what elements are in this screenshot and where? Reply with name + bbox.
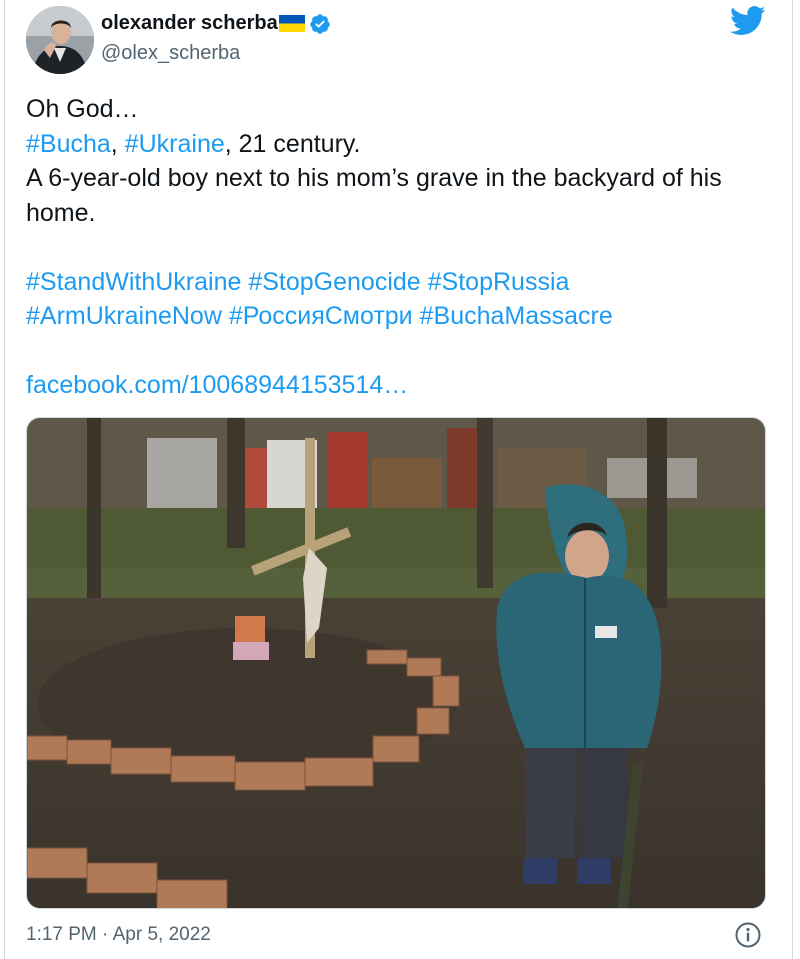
hashtag-standwithukraine[interactable]: #StandWithUkraine bbox=[26, 268, 241, 296]
external-link[interactable]: facebook.com/10068944153514… bbox=[26, 371, 408, 399]
avatar-image bbox=[26, 6, 94, 74]
twitter-bird-icon[interactable] bbox=[730, 6, 766, 36]
tweet-line-1: Oh God… bbox=[26, 95, 139, 123]
author-name-row[interactable]: olexander scherba bbox=[101, 12, 331, 35]
info-icon[interactable] bbox=[734, 921, 762, 949]
hashtag-stopgenocide[interactable]: #StopGenocide bbox=[248, 268, 420, 296]
hashtag-ukraine[interactable]: #Ukraine bbox=[125, 130, 225, 158]
hashtags-row-2: #ArmUkraineNow #РоссияСмотри #BuchaMassa… bbox=[26, 299, 766, 334]
tweet-photo[interactable] bbox=[26, 417, 766, 909]
author-handle[interactable]: @olex_scherba bbox=[101, 42, 240, 65]
tweet-timestamp[interactable]: 1:17 PM · Apr 5, 2022 bbox=[26, 924, 211, 946]
tweet-line-2: #Bucha, #Ukraine, 21 century. bbox=[26, 127, 766, 162]
ukraine-flag-icon bbox=[278, 15, 305, 32]
hashtag-armukrainenow[interactable]: #ArmUkraineNow bbox=[26, 302, 222, 330]
photo-image bbox=[27, 418, 765, 908]
avatar[interactable] bbox=[26, 6, 94, 74]
hashtags-row-1: #StandWithUkraine #StopGenocide #StopRus… bbox=[26, 265, 766, 300]
verified-badge-icon bbox=[310, 13, 330, 34]
tweet-line-2-rest: , 21 century. bbox=[224, 129, 361, 158]
hashtag-rossiyasmotri[interactable]: #РоссияСмотри bbox=[229, 302, 413, 330]
hashtag-stoprussia[interactable]: #StopRussia bbox=[428, 268, 570, 296]
tweet-line-3: A 6-year-old boy next to his mom’s grave… bbox=[26, 164, 722, 227]
comma: , bbox=[110, 129, 118, 158]
tweet-text: Oh God… #Bucha, #Ukraine, 21 century. A … bbox=[26, 92, 766, 403]
hashtag-buchamassacre[interactable]: #BuchaMassacre bbox=[420, 302, 613, 330]
hashtag-bucha[interactable]: #Bucha bbox=[26, 130, 111, 158]
author-name[interactable]: olexander scherba bbox=[101, 12, 278, 35]
